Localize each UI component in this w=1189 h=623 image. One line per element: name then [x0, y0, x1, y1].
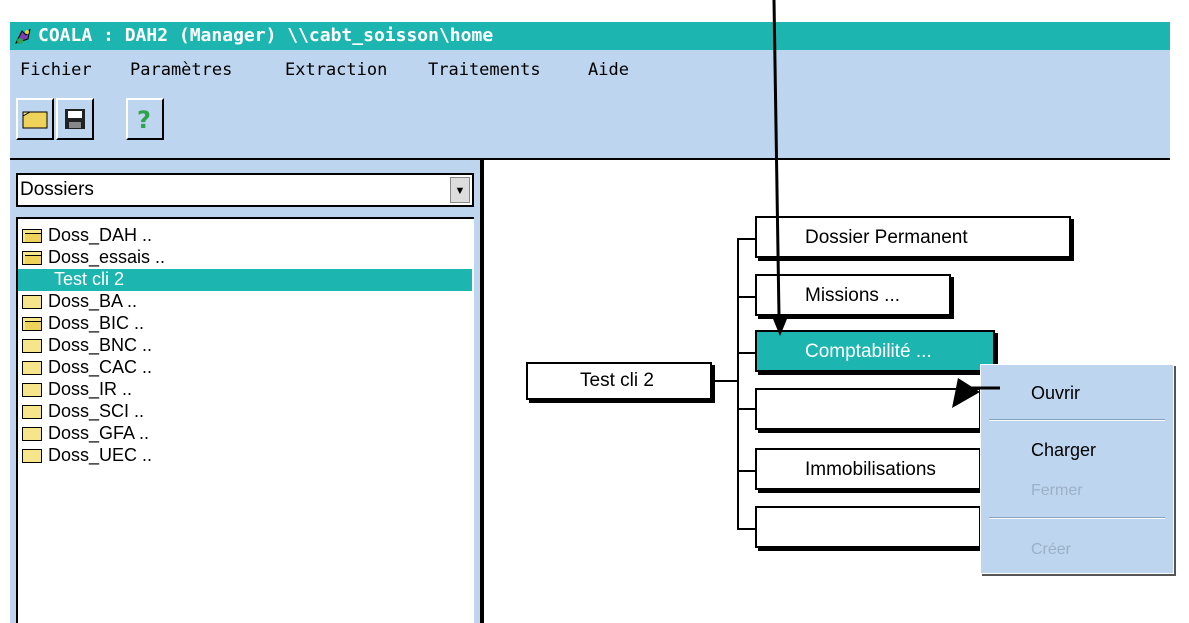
menu-traitements[interactable]: Traitements: [428, 60, 541, 80]
tree-item-label: Doss_UEC ..: [48, 445, 153, 465]
tree-item-label: Doss_BNC ..: [48, 335, 153, 355]
toolbar: ?: [10, 90, 1170, 160]
menu-aide[interactable]: Aide: [588, 60, 629, 80]
context-menu-creer: Créer: [1031, 541, 1072, 558]
folder-icon: [22, 449, 42, 463]
save-button[interactable]: [56, 98, 94, 140]
node-comptabilite[interactable]: Comptabilité ...: [755, 330, 995, 372]
tree-item[interactable]: Doss_BIC ..: [18, 313, 472, 335]
tree-item[interactable]: Doss_DAH ..: [18, 225, 472, 247]
connector-line: [737, 470, 755, 472]
tree-item-label: Doss_BIC ..: [48, 313, 145, 333]
window-title: COALA : DAH2 (Manager) \\cabt_soisson\ho…: [38, 25, 494, 46]
tree-item-label: Doss_CAC ..: [48, 357, 153, 377]
folder-icon: [22, 427, 42, 441]
tree-item[interactable]: Doss_CAC ..: [18, 357, 472, 379]
open-folder-icon: [22, 111, 48, 129]
tree-item-label: Test cli 2: [54, 269, 125, 289]
node-immobilisations[interactable]: Immobilisations: [755, 448, 981, 490]
open-button[interactable]: [16, 98, 54, 140]
context-menu-charger[interactable]: Charger: [1031, 440, 1096, 461]
coala-app-icon: [15, 28, 31, 44]
node-missions[interactable]: Missions ...: [755, 274, 951, 316]
folder-open-icon: [22, 229, 42, 243]
connector-line: [737, 296, 755, 298]
menu-parametres[interactable]: Paramètres: [130, 60, 232, 80]
svg-text:?: ?: [137, 106, 151, 134]
tree-item[interactable]: Test cli 2: [18, 269, 472, 291]
save-icon: [65, 109, 85, 129]
folder-icon: [22, 383, 42, 397]
tree-item[interactable]: Doss_SCI ..: [18, 401, 472, 423]
title-bar: COALA : DAH2 (Manager) \\cabt_soisson\ho…: [10, 22, 1170, 50]
tree-item[interactable]: Doss_IR ..: [18, 379, 472, 401]
menu-extraction[interactable]: Extraction: [285, 60, 387, 80]
context-menu: Ouvrir Charger Fermer Créer: [980, 364, 1174, 574]
connector-line: [737, 528, 755, 530]
folder-tree: Doss_DAH .. Doss_essais .. Test cli 2 Doss_…: [16, 217, 474, 623]
connector-line: [712, 380, 738, 382]
help-icon: ?: [137, 106, 151, 134]
folder-icon: [22, 339, 42, 353]
tree-item-label: Doss_BA ..: [48, 291, 138, 311]
root-node[interactable]: Test cli 2: [526, 362, 712, 400]
connector-line: [737, 352, 755, 354]
connector-trunk: [737, 238, 739, 530]
menu-bar: Fichier Paramètres Extraction Traitement…: [10, 50, 1170, 90]
context-menu-ouvrir[interactable]: Ouvrir: [1031, 383, 1080, 404]
folder-type-select[interactable]: Dossiers ▼: [16, 173, 474, 207]
tree-item-label: Doss_DAH ..: [48, 225, 153, 245]
connector-line: [737, 238, 755, 240]
node-empty[interactable]: [755, 506, 981, 548]
folder-open-icon: [22, 251, 42, 265]
connector-line: [737, 408, 755, 410]
context-menu-fermer: Fermer: [1031, 482, 1083, 499]
tree-item-label: Doss_essais ..: [48, 247, 166, 267]
tree-item[interactable]: Doss_essais ..: [18, 247, 472, 269]
menu-separator: [989, 419, 1165, 421]
tree-item[interactable]: Doss_GFA ..: [18, 423, 472, 445]
dropdown-arrow-icon[interactable]: ▼: [450, 177, 470, 203]
folder-icon: [22, 361, 42, 375]
tree-item-label: Doss_SCI ..: [48, 401, 145, 421]
tree-item[interactable]: Doss_BNC ..: [18, 335, 472, 357]
tree-item-label: Doss_GFA ..: [48, 423, 150, 443]
tree-item[interactable]: Doss_UEC ..: [18, 445, 472, 467]
help-button[interactable]: ?: [126, 98, 164, 140]
menu-separator: [989, 517, 1165, 519]
menu-fichier[interactable]: Fichier: [20, 60, 92, 80]
node-dossier-permanent[interactable]: Dossier Permanent: [755, 216, 1071, 258]
tree-item[interactable]: Doss_BA ..: [18, 291, 472, 313]
folder-icon: [22, 295, 42, 309]
folder-icon: [22, 405, 42, 419]
left-panel: Dossiers ▼ Doss_DAH .. Doss_essais .. Test…: [10, 160, 482, 623]
node-empty[interactable]: [755, 388, 981, 430]
tree-item-label: Doss_IR ..: [48, 379, 133, 399]
folder-type-value: Dossiers: [20, 179, 94, 200]
folder-open-icon: [22, 317, 42, 331]
